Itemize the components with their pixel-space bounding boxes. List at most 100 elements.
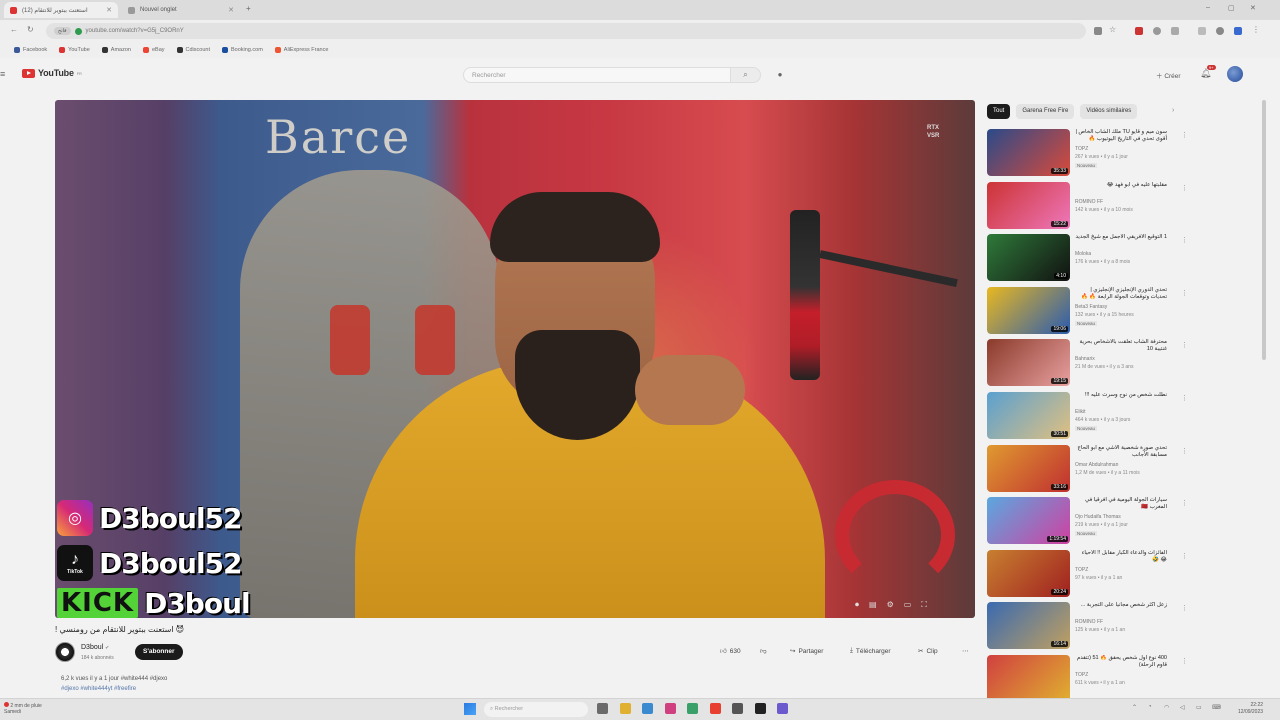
- recommendation-item[interactable]: 400 نوع أول شخص يحقق 🔥 51 (تتقدم قاوم ال…: [987, 655, 1188, 703]
- like-button[interactable]: 👍︎ 630: [720, 647, 741, 656]
- taskbar-app-icon[interactable]: [619, 703, 631, 714]
- recommendation-title[interactable]: تحدي الدوري الإنجليزي الإنجليزي | تحديات…: [1075, 287, 1167, 301]
- search-input[interactable]: Rechercher: [463, 67, 731, 83]
- cast-icon[interactable]: [1094, 27, 1102, 35]
- bookmark-ebay[interactable]: eBay: [142, 47, 165, 53]
- youtube-logo[interactable]: YouTube FR: [22, 68, 82, 78]
- video-thumbnail[interactable]: 16:14: [987, 602, 1070, 649]
- more-actions-button[interactable]: ⋯: [962, 647, 969, 655]
- subtitles-icon[interactable]: ▤: [869, 600, 877, 610]
- taskbar-app-icon[interactable]: [687, 703, 698, 714]
- recommendation-title[interactable]: 400 نوع أول شخص يحقق 🔥 51 (تتقدم قاوم ال…: [1075, 655, 1167, 669]
- recommendation-channel[interactable]: Beta3 Fantasy: [1075, 304, 1107, 310]
- video-thumbnail[interactable]: 19:15: [987, 339, 1070, 386]
- recommendation-channel[interactable]: Moloka: [1075, 251, 1091, 257]
- scrollbar[interactable]: [1262, 100, 1266, 360]
- recommendation-item[interactable]: 1:19:54 سيارات الجولة اليومية في أفرقيا ف…: [987, 497, 1188, 545]
- autoplay-toggle-icon[interactable]: ⏺: [855, 600, 859, 610]
- bookmark-aliexpress[interactable]: AliExpress France: [274, 47, 328, 53]
- recommendation-item[interactable]: 15:22 مقلبتها عليه في ابو فهد 😂 ROMINO FF 1…: [987, 182, 1188, 230]
- recommendation-channel[interactable]: ROMINO FF: [1075, 199, 1103, 205]
- taskbar-app-icon[interactable]: [664, 703, 676, 714]
- recommendation-item[interactable]: 33:16 تحدي صورة شخصية الأشي مع أبو الحاج …: [987, 445, 1188, 493]
- dislike-button[interactable]: 👎︎: [760, 647, 767, 655]
- tab-youtube[interactable]: استعنت ببتوير للانتقام (12) ✕: [4, 2, 118, 18]
- chip-similar-videos[interactable]: Vidéos similaires: [1080, 104, 1138, 119]
- recommendation-title[interactable]: 1 التوقيع الأفريقي الأجمل مع شيخ الجديد: [1075, 234, 1167, 241]
- more-vertical-icon[interactable]: ⋮: [1181, 447, 1188, 455]
- volume-icon[interactable]: ◁: [1180, 704, 1185, 711]
- recommendation-title[interactable]: سيارات الجولة اليومية في أفرقيا في المغر…: [1075, 497, 1167, 511]
- battery-icon[interactable]: ▭: [1196, 704, 1202, 711]
- recommendation-channel[interactable]: Omar Abdulrahman: [1075, 462, 1118, 468]
- channel-avatar[interactable]: [55, 642, 75, 662]
- extension-icon[interactable]: [1153, 27, 1161, 35]
- more-vertical-icon[interactable]: ⋮: [1181, 184, 1188, 192]
- account-avatar[interactable]: [1227, 66, 1243, 82]
- share-button[interactable]: ↪ Partager: [790, 647, 823, 656]
- reload-icon[interactable]: ↻: [27, 25, 34, 34]
- video-thumbnail[interactable]: 19:06: [987, 287, 1070, 334]
- close-window-button[interactable]: ✕: [1250, 4, 1256, 12]
- download-button[interactable]: ⤓ Télécharger: [850, 647, 891, 655]
- profile-icon[interactable]: [1216, 27, 1224, 35]
- recommendation-title[interactable]: تحدي صورة شخصية الأشي مع أبو الحاج مسابق…: [1075, 445, 1167, 459]
- channel-name[interactable]: D3boul ✔: [81, 644, 109, 651]
- taskbar-app-icon[interactable]: [754, 703, 766, 714]
- recommendation-item[interactable]: 35:33 سون ميم و قايو TU ملك الشاب الخاص |…: [987, 129, 1188, 177]
- recommendation-title[interactable]: مقلبتها عليه في ابو فهد 😂: [1075, 182, 1167, 189]
- recommendation-title[interactable]: سون ميم و قايو TU ملك الشاب الخاص | أقوى…: [1075, 129, 1167, 143]
- chip-all[interactable]: Tout: [987, 104, 1011, 119]
- close-tab-icon[interactable]: ✕: [106, 6, 112, 14]
- recommendation-title[interactable]: محترفة الشاب تعلقت بالاشخاص بحرية غنتيبة…: [1075, 339, 1167, 353]
- taskbar-app-icon[interactable]: [597, 703, 608, 714]
- close-tab-icon[interactable]: ✕: [228, 6, 234, 14]
- tray-chevron-icon[interactable]: ⌃: [1132, 704, 1137, 711]
- video-thumbnail[interactable]: 30:51: [987, 392, 1070, 439]
- video-thumbnail[interactable]: 15:22: [987, 182, 1070, 229]
- video-thumbnail[interactable]: [987, 655, 1070, 702]
- back-arrow-icon[interactable]: ←: [10, 25, 18, 34]
- recommendation-channel[interactable]: ROMINO FF: [1075, 619, 1103, 625]
- bookmark-youtube[interactable]: YouTube: [59, 47, 90, 53]
- recommendation-channel[interactable]: Bahnarix: [1075, 356, 1095, 362]
- taskbar-app-icon[interactable]: [642, 703, 653, 714]
- recommendation-item[interactable]: 16:14 زعل أكثر شخص مجانيا على التجربة ...…: [987, 602, 1188, 650]
- video-player[interactable]: Barce RTX VSR ◎ D3boul52 ♪ TikTok D3boul5…: [55, 100, 975, 618]
- vpn-shield-icon[interactable]: [1234, 27, 1242, 35]
- recommendation-title[interactable]: الفائزات والدعاء الكبار مقابل !! الأحياء…: [1075, 550, 1167, 564]
- recommendation-channel[interactable]: Ojo Hudaifa Thomas: [1075, 514, 1121, 520]
- more-vertical-icon[interactable]: ⋮: [1181, 341, 1188, 349]
- more-vertical-icon[interactable]: ⋮: [1181, 604, 1188, 612]
- search-button[interactable]: ⌕: [731, 67, 761, 83]
- chip-garena-free-fire[interactable]: Garena Free Fire: [1016, 104, 1075, 119]
- create-button[interactable]: ＋ Créer: [1150, 68, 1187, 82]
- recommendation-channel[interactable]: TOPZ: [1075, 146, 1088, 152]
- windows-start-icon[interactable]: [464, 703, 476, 715]
- fullscreen-icon[interactable]: ⛶: [921, 600, 927, 610]
- recommendation-item[interactable]: 19:06 تحدي الدوري الإنجليزي الإنجليزي | ت…: [987, 287, 1188, 335]
- video-thumbnail[interactable]: 1:19:54: [987, 497, 1070, 544]
- video-thumbnail[interactable]: 35:33: [987, 129, 1070, 176]
- more-vertical-icon[interactable]: ⋮: [1181, 394, 1188, 402]
- new-tab-button[interactable]: +: [246, 4, 251, 13]
- network-icon[interactable]: ◔: [1148, 704, 1152, 710]
- video-thumbnail[interactable]: 20:24: [987, 550, 1070, 597]
- bookmark-star-icon[interactable]: ☆: [1109, 25, 1116, 34]
- weather-widget[interactable]: 2 mm de pluie Samedi: [4, 702, 42, 715]
- tab-new[interactable]: Nouvel onglet ✕: [122, 2, 240, 18]
- bookmark-facebook[interactable]: Facebook: [14, 47, 47, 53]
- bookmark-amazon[interactable]: Amazon: [101, 47, 131, 53]
- settings-gear-icon[interactable]: ⚙: [887, 600, 894, 610]
- recommendation-item[interactable]: 4:10 1 التوقيع الأفريقي الأجمل مع شيخ الج…: [987, 234, 1188, 282]
- hamburger-menu-icon[interactable]: ≡: [0, 69, 5, 79]
- recommendation-channel[interactable]: TOPZ: [1075, 567, 1088, 573]
- bookmark-cdiscount[interactable]: Cdiscount: [176, 47, 210, 53]
- system-clock[interactable]: 22:22 12/09/2023: [1238, 702, 1263, 716]
- menu-kebab-icon[interactable]: ⋮: [1252, 25, 1260, 34]
- extension-shield-icon[interactable]: [1135, 27, 1143, 35]
- translate-pill[interactable]: فاتح: [54, 27, 71, 35]
- more-vertical-icon[interactable]: ⋮: [1181, 552, 1188, 560]
- recommendation-channel[interactable]: Elikit: [1075, 409, 1086, 415]
- more-vertical-icon[interactable]: ⋮: [1181, 236, 1188, 244]
